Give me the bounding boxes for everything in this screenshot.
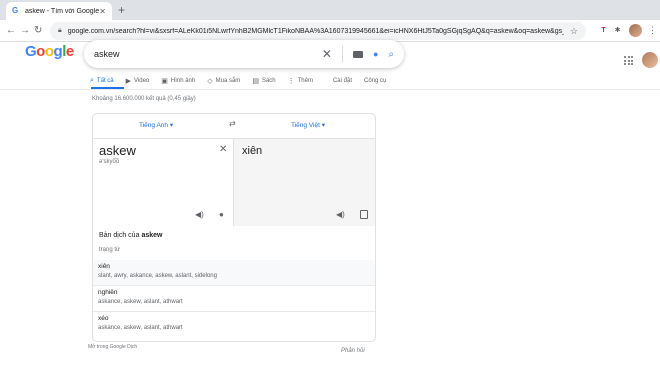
clear-icon[interactable]: ✕: [322, 47, 332, 61]
tab-books[interactable]: ▤ Sách: [252, 74, 275, 87]
tab-title: askew - Tìm với Google: [25, 7, 100, 15]
tab-shopping[interactable]: ◇ Mua sắm: [207, 74, 240, 87]
video-icon: ▶: [125, 77, 131, 85]
tag-icon: ◇: [207, 77, 213, 85]
keyboard-icon[interactable]: [352, 50, 363, 58]
tab-video[interactable]: ▶ Video: [126, 74, 150, 87]
translations-heading: Bản dịch của askew: [99, 232, 163, 239]
more-icon: ⋮: [287, 77, 295, 85]
search-icon[interactable]: ⌕: [388, 49, 394, 60]
search-box[interactable]: askew ✕ ● ⌕: [84, 40, 404, 68]
google-favicon-icon: G: [12, 6, 19, 15]
tabs-divider: [0, 89, 660, 90]
tools-link[interactable]: Công cụ: [364, 74, 386, 87]
translated-text: xiên: [242, 145, 263, 157]
account-avatar[interactable]: [642, 52, 658, 68]
divider: [341, 46, 343, 62]
apps-grid-icon[interactable]: [624, 56, 633, 65]
browser-tab-bar: G askew - Tìm với Google ✕ +: [0, 0, 660, 20]
speaker-icon[interactable]: ◀): [336, 210, 345, 219]
lock-icon: 🔒︎: [58, 27, 62, 34]
source-text[interactable]: askew: [99, 143, 136, 158]
microphone-icon[interactable]: ●: [219, 210, 224, 219]
tab-images[interactable]: ▣ Hình ảnh: [161, 74, 195, 87]
extension-translate-icon[interactable]: T: [598, 25, 609, 36]
address-bar[interactable]: 🔒︎ google.com.vn/search?hl=vi&sxsrf=ALeK…: [50, 22, 586, 40]
browser-menu-icon[interactable]: ⋮: [648, 25, 657, 35]
forward-icon[interactable]: →: [20, 24, 30, 38]
translation-entry[interactable]: xiên slant, awry, askance, askew, aslant…: [93, 260, 375, 285]
logo-letter: G: [25, 43, 37, 60]
dropdown-icon: ▾: [321, 122, 325, 129]
bookmark-star-icon[interactable]: ☆: [570, 26, 578, 37]
microphone-icon[interactable]: ●: [373, 49, 378, 59]
language-row: Tiếng Anh ▾ ⇄ Tiếng Việt ▾: [93, 114, 375, 138]
new-tab-icon[interactable]: +: [118, 4, 125, 16]
target-text-panel: xiên ◀): [234, 138, 375, 226]
url-text: google.com.vn/search?hl=vi&sxsrf=ALeKk01…: [67, 27, 564, 35]
image-icon: ▣: [161, 77, 168, 85]
translate-card: Tiếng Anh ▾ ⇄ Tiếng Việt ▾ askew ə'skyo͞…: [92, 113, 376, 342]
logo-letter: o: [36, 43, 45, 60]
profile-avatar[interactable]: [629, 24, 642, 37]
reload-icon[interactable]: ↻: [34, 24, 42, 38]
search-icon: ⌕: [90, 76, 94, 84]
logo-letter: o: [44, 43, 54, 60]
target-language-select[interactable]: Tiếng Việt ▾: [291, 121, 325, 129]
source-text-panel[interactable]: askew ə'skyo͞o ✕ ◀) ●: [93, 138, 234, 226]
clear-source-icon[interactable]: ✕: [219, 144, 227, 155]
result-stats: Khoảng 16.600.000 kết quả (0,45 giây): [92, 96, 196, 102]
dropdown-icon: ▾: [169, 122, 174, 129]
open-in-translate-link[interactable]: Mở trong Google Dịch: [88, 344, 137, 350]
logo-letter: g: [53, 43, 63, 60]
settings-link[interactable]: Cài đặt: [333, 74, 352, 87]
swap-languages-icon[interactable]: ⇄: [229, 119, 236, 128]
browser-toolbar: ← → ↻ 🔒︎ google.com.vn/search?hl=vi&sxsr…: [0, 20, 660, 42]
part-of-speech: trạng từ: [99, 247, 121, 253]
feedback-link[interactable]: Phản hồi: [341, 348, 365, 354]
phonetic-text: ə'skyo͞o: [99, 159, 120, 165]
google-logo[interactable]: Google: [25, 43, 74, 60]
back-icon[interactable]: ←: [6, 24, 16, 38]
search-input[interactable]: askew: [94, 49, 322, 59]
logo-letter: e: [65, 43, 74, 60]
close-tab-icon[interactable]: ✕: [99, 7, 106, 16]
tab-more[interactable]: ⋮ Thêm: [288, 74, 313, 87]
book-icon: ▤: [252, 77, 259, 85]
browser-tab[interactable]: G askew - Tìm với Google ✕: [6, 2, 112, 20]
extensions-puzzle-icon[interactable]: ✱: [612, 25, 623, 36]
source-language-select[interactable]: Tiếng Anh ▾: [139, 121, 173, 129]
tab-all[interactable]: ⌕ Tất cả: [90, 74, 114, 87]
translation-entry[interactable]: nghiên askance, askew, aslant, athwart: [93, 286, 375, 311]
translation-entry[interactable]: xéo askance, askew, aslant, athwart: [93, 312, 375, 337]
speaker-icon[interactable]: ◀): [195, 210, 204, 219]
search-tabs: ⌕ Tất cả ▶ Video ▣ Hình ảnh ◇ Mua sắm ▤ Sách …: [90, 74, 398, 94]
copy-icon[interactable]: [360, 210, 368, 219]
